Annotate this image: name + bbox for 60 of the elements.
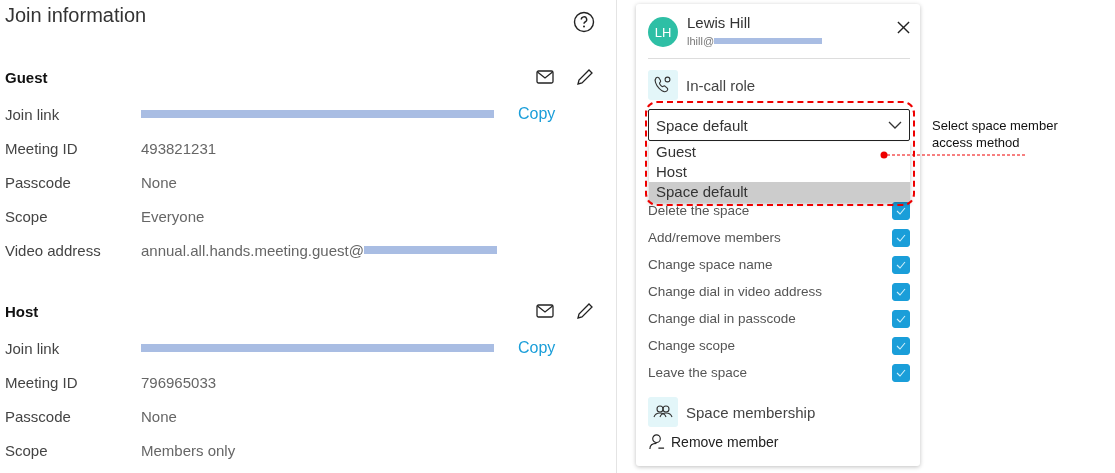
section-heading: Guest — [5, 68, 48, 86]
permission-label: Add/remove members — [648, 230, 781, 245]
section-heading: Host — [5, 302, 39, 320]
pencil-icon[interactable] — [576, 302, 594, 320]
help-icon[interactable] — [573, 11, 595, 33]
field-label: Scope — [5, 207, 49, 225]
checkbox[interactable] — [892, 363, 910, 382]
section-title: In-call role — [686, 76, 756, 94]
permission-label: Change dial in passcode — [648, 311, 796, 326]
check-icon — [896, 206, 906, 215]
permission-label: Change space name — [648, 257, 773, 272]
phone-gear-icon — [648, 70, 678, 100]
field-value: 493821231 — [141, 139, 217, 157]
checkbox[interactable] — [892, 255, 910, 274]
section-title: Space membership — [686, 403, 816, 421]
permission-label: Leave the space — [648, 365, 748, 380]
remove-member-button[interactable]: Remove member — [648, 433, 779, 450]
field-label: Passcode — [5, 407, 72, 425]
person-remove-icon — [648, 433, 665, 450]
field-label: Join link — [5, 105, 61, 123]
field-value: None — [141, 173, 177, 191]
mail-icon[interactable] — [536, 304, 554, 318]
dropdown-option[interactable]: Host — [649, 162, 910, 182]
field-value: 796965033 — [141, 373, 217, 391]
field-value: None — [141, 407, 177, 425]
field-label: Join link — [5, 339, 61, 357]
permission-label: Delete the space — [648, 203, 750, 218]
pencil-icon[interactable] — [576, 68, 594, 86]
field-label: Video address — [5, 241, 102, 259]
annotation-text: Select space member access method — [932, 117, 1059, 151]
permission-label: Change dial in video address — [648, 284, 823, 299]
field-value: Everyone — [141, 207, 205, 225]
checkbox[interactable] — [892, 282, 910, 301]
field-value: Members only — [141, 441, 236, 459]
check-icon — [896, 314, 906, 323]
avatar: LH — [648, 17, 678, 47]
checkbox[interactable] — [892, 309, 910, 328]
check-icon — [896, 341, 906, 350]
role-dropdown[interactable]: Space default — [648, 109, 910, 141]
dropdown-option[interactable]: Space default — [649, 182, 910, 202]
panel-title: Join information — [5, 4, 147, 27]
field-label: Meeting ID — [5, 373, 79, 391]
close-icon[interactable] — [897, 21, 910, 34]
field-label: Meeting ID — [5, 139, 79, 157]
check-icon — [896, 287, 906, 296]
member-email: lhill@ — [687, 35, 715, 47]
field-label: Scope — [5, 441, 49, 459]
chevron-down-icon — [888, 121, 902, 129]
dropdown-option[interactable]: Guest — [649, 142, 910, 162]
check-icon — [896, 368, 906, 377]
check-icon — [896, 233, 906, 242]
checkbox[interactable] — [892, 228, 910, 247]
people-icon — [648, 397, 678, 427]
field-label: Passcode — [5, 173, 72, 191]
mail-icon[interactable] — [536, 70, 554, 84]
checkbox[interactable] — [892, 336, 910, 355]
check-icon — [896, 260, 906, 269]
member-name: Lewis Hill — [687, 14, 752, 31]
field-value: annual.all.hands.meeting.guest@ — [141, 241, 364, 259]
permission-label: Change scope — [648, 338, 736, 353]
